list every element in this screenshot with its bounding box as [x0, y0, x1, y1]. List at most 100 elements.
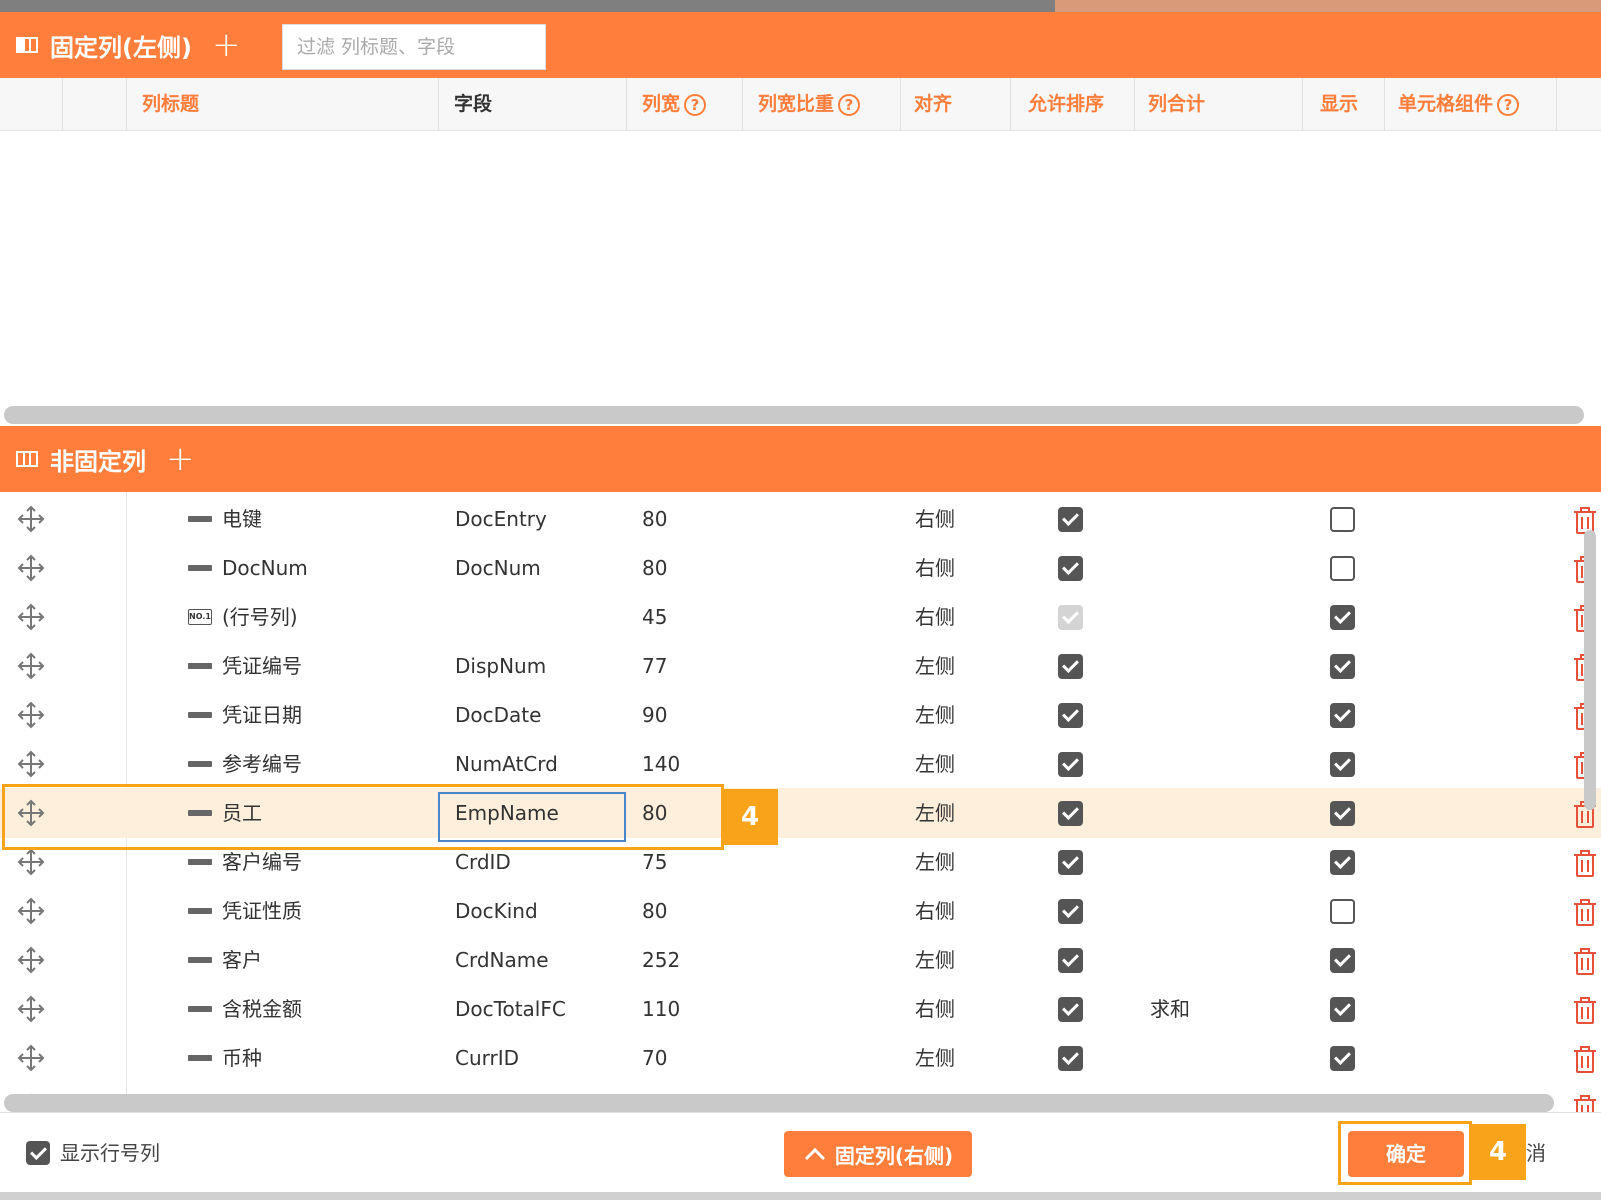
row-align[interactable]: 左侧 [915, 690, 955, 740]
row-align[interactable]: 左侧 [915, 788, 955, 838]
row-field[interactable]: NumAtCrd [455, 739, 558, 789]
row-title[interactable]: (行号列) [222, 592, 298, 642]
trash-icon[interactable] [1572, 896, 1598, 926]
row-align[interactable]: 左侧 [915, 837, 955, 887]
row-align[interactable]: 左侧 [915, 1033, 955, 1083]
row-title[interactable]: 含税金额 [222, 984, 302, 1034]
row-width[interactable]: 77 [642, 641, 667, 691]
row-width[interactable]: 80 [642, 543, 667, 593]
help-icon[interactable]: ? [838, 93, 861, 116]
row-field[interactable]: DocKind [455, 886, 538, 936]
row-align[interactable]: 左侧 [915, 739, 955, 789]
row-width[interactable]: 80 [642, 494, 667, 544]
row-title[interactable]: 参考编号 [222, 739, 302, 789]
help-icon[interactable]: ? [684, 93, 707, 116]
row-title[interactable]: 客户 [222, 935, 262, 985]
row-field[interactable]: DocDate [455, 690, 541, 740]
sortable-checkbox[interactable] [1058, 654, 1083, 679]
row-align[interactable]: 右侧 [915, 494, 955, 544]
show-checkbox[interactable] [1330, 556, 1355, 581]
row-align[interactable]: 左侧 [915, 935, 955, 985]
row-field[interactable]: CurrID [455, 1033, 519, 1083]
row-field[interactable]: DocNum [455, 543, 541, 593]
row-title[interactable]: 凭证编号 [222, 641, 302, 691]
row-align[interactable]: 左侧 [915, 641, 955, 691]
row-width[interactable]: 90 [642, 690, 667, 740]
drag-handle-icon[interactable] [14, 935, 48, 985]
drag-handle-icon[interactable] [14, 886, 48, 936]
show-checkbox[interactable] [1330, 752, 1355, 777]
show-checkbox[interactable] [1330, 850, 1355, 875]
drag-handle-icon[interactable] [14, 984, 48, 1034]
sortable-checkbox[interactable] [1058, 1046, 1083, 1071]
row-align[interactable]: 右侧 [915, 886, 955, 936]
sortable-checkbox[interactable] [1058, 899, 1083, 924]
show-checkbox[interactable] [1330, 997, 1355, 1022]
show-checkbox[interactable] [1330, 948, 1355, 973]
row-field[interactable]: CrdName [455, 935, 549, 985]
sortable-checkbox[interactable] [1058, 801, 1083, 826]
row-title[interactable]: DocNum [222, 543, 308, 593]
row-align[interactable]: 右侧 [915, 592, 955, 642]
show-checkbox[interactable] [1330, 1046, 1355, 1071]
drag-handle-icon[interactable] [14, 641, 48, 691]
sortable-checkbox[interactable] [1058, 850, 1083, 875]
row-width[interactable]: 140 [642, 739, 680, 789]
row-title[interactable]: 电键 [222, 494, 262, 544]
row-title[interactable]: 凭证性质 [222, 886, 302, 936]
ok-button[interactable]: 确定 [1348, 1131, 1464, 1177]
row-title[interactable]: 币种 [222, 1033, 262, 1083]
sortable-checkbox [1058, 605, 1083, 630]
show-checkbox[interactable] [1330, 899, 1355, 924]
add-non-fixed-button[interactable]: + [166, 442, 195, 476]
sortable-checkbox[interactable] [1058, 752, 1083, 777]
fixed-horizontal-scrollbar[interactable] [4, 406, 1584, 424]
row-field[interactable]: DocTotalFC [455, 984, 566, 1034]
show-checkbox[interactable] [1330, 801, 1355, 826]
drag-handle-icon[interactable] [14, 494, 48, 544]
trash-icon[interactable] [1572, 945, 1598, 975]
add-fixed-left-button[interactable]: + [212, 28, 241, 62]
row-sum[interactable]: 求和 [1150, 984, 1190, 1034]
row-width[interactable]: 252 [642, 935, 680, 985]
drag-handle-icon[interactable] [14, 739, 48, 789]
sortable-checkbox[interactable] [1058, 948, 1083, 973]
show-checkbox[interactable] [1330, 703, 1355, 728]
row-title[interactable]: 凭证日期 [222, 690, 302, 740]
trash-icon[interactable] [1572, 994, 1598, 1024]
fixed-right-button[interactable]: 固定列(右侧) [784, 1131, 972, 1177]
drag-handle-icon[interactable] [14, 543, 48, 593]
row-width[interactable]: 110 [642, 984, 680, 1034]
text-type-icon [188, 565, 212, 571]
row-width[interactable]: 45 [642, 592, 667, 642]
sortable-checkbox[interactable] [1058, 997, 1083, 1022]
header-field: 字段 [454, 93, 493, 115]
sortable-checkbox[interactable] [1058, 703, 1083, 728]
trash-icon[interactable] [1572, 847, 1598, 877]
trash-icon[interactable] [1572, 1043, 1598, 1073]
row-width[interactable]: 70 [642, 1033, 667, 1083]
show-checkbox[interactable] [1330, 654, 1355, 679]
drag-handle-icon[interactable] [14, 690, 48, 740]
drag-handle-icon[interactable] [14, 1033, 48, 1083]
list-horizontal-scrollbar[interactable] [4, 1094, 1554, 1112]
trash-icon[interactable] [1572, 504, 1598, 534]
column-filter-input[interactable] [282, 24, 546, 70]
row-align[interactable]: 右侧 [915, 984, 955, 1034]
show-checkbox[interactable] [1330, 605, 1355, 630]
row-width[interactable]: 80 [642, 886, 667, 936]
show-row-number-checkbox[interactable] [26, 1141, 50, 1165]
show-checkbox[interactable] [1330, 507, 1355, 532]
row-field[interactable]: DispNum [455, 641, 546, 691]
cancel-button[interactable]: 消 [1526, 1137, 1546, 1169]
bottom-edge [0, 1192, 1601, 1200]
trash-icon[interactable] [1572, 1092, 1598, 1112]
sortable-checkbox[interactable] [1058, 507, 1083, 532]
vertical-scrollbar[interactable] [1584, 530, 1596, 810]
row-align[interactable]: 右侧 [915, 543, 955, 593]
top-scrollbar [0, 0, 1601, 12]
drag-handle-icon[interactable] [14, 592, 48, 642]
help-icon[interactable]: ? [1497, 93, 1520, 116]
row-field[interactable]: DocEntry [455, 494, 547, 544]
sortable-checkbox[interactable] [1058, 556, 1083, 581]
